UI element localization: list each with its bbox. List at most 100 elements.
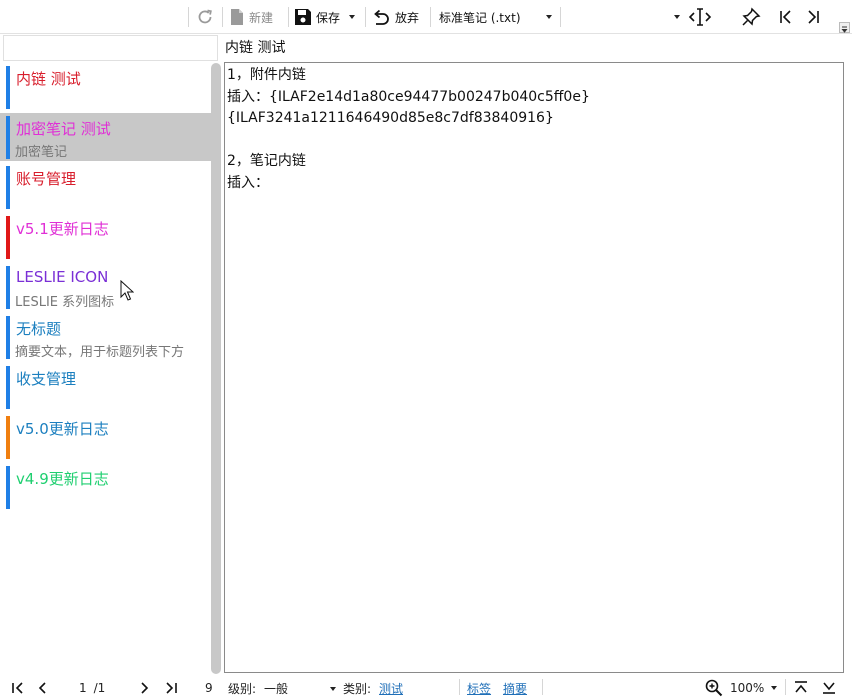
level-select[interactable]: 一般 [264,679,336,697]
note-list-panel: 内链 测试 加密笔记 测试 加密笔记 账号管理 v5.1更新日志 LESLIE ICON L… [0,34,222,676]
status-separator [459,679,460,695]
search-input[interactable] [3,35,218,61]
mouse-pointer-icon [120,280,134,301]
tags-link[interactable]: 标签 [467,679,491,697]
chevron-down-icon[interactable] [349,15,356,19]
refresh-button[interactable] [195,6,215,28]
page-current[interactable]: 1 [79,681,87,695]
note-title-text: v5.1更新日志 [16,220,109,238]
pin-button[interactable] [741,6,761,28]
note-title-text: 无标题 [16,320,62,338]
note-color-bar [6,316,10,359]
note-color-bar [6,466,10,509]
editor-line: 1，附件内链 [227,67,306,83]
new-file-icon [231,9,243,25]
note-list-item[interactable]: v5.0更新日志 [0,413,212,461]
next-page-button[interactable] [138,679,150,697]
level-select-value: 一般 [264,681,289,696]
note-list-item[interactable]: 无标题摘要文本，用于标题列表下方 [0,313,212,361]
scroll-bottom-icon [823,682,835,694]
zoom-in-icon [705,679,723,697]
note-list-item[interactable]: 加密笔记 测试 加密笔记 [0,113,212,161]
note-editor[interactable]: 1，附件内链插入：{ILAF2e14d1a80ce94477b00247b040… [224,62,844,673]
format-select-value: 标准笔记 (.txt) [439,10,521,25]
note-summary-text: LESLIE 系列图标 [15,295,115,310]
chevron-down-icon [674,15,680,19]
note-list-item[interactable]: LESLIE ICON LESLIE 系列图标 [0,263,212,311]
note-summary-text: 摘要文本，用于标题列表下方 [15,345,185,360]
editor-line: 插入：{ILAF2e14d1a80ce94477b00247b040c5ff0e… [227,88,590,105]
note-color-bar [6,66,10,109]
toolbar-overflow-button[interactable] [839,22,850,33]
note-title-text: v5.0更新日志 [16,420,109,438]
category-label: 类别: [343,681,372,696]
skip-start-icon [780,10,791,24]
toolbar-separator [222,7,223,27]
status-separator [785,679,786,695]
undo-icon [374,9,389,25]
more-options-dropdown[interactable] [674,6,680,28]
note-title-text: 收支管理 [16,370,77,388]
note-title-text: LESLIE ICON [16,268,109,286]
text-cursor-button[interactable] [688,6,712,28]
skip-end-icon [166,682,177,694]
note-list-item[interactable]: 内链 测试 [0,63,212,111]
note-color-bar [6,216,10,259]
note-color-bar [6,116,10,159]
note-color-bar [6,166,10,209]
new-note-label: 新建 [249,10,274,25]
zoom-value: 100% [730,681,765,695]
summary-link[interactable]: 摘要 [503,679,527,697]
note-list-item[interactable]: 收支管理 [0,363,212,411]
page-total: /1 [93,681,106,695]
first-note-button[interactable] [778,6,794,28]
note-color-bar [6,366,10,409]
scroll-top-button[interactable] [793,679,809,697]
format-select[interactable]: 标准笔记 (.txt) [439,6,553,28]
note-title-text: 加密笔记 测试 [16,120,111,138]
discard-button[interactable]: 放弃 [371,6,419,28]
chevron-down-icon [546,15,552,19]
first-page-button[interactable] [10,679,26,697]
zoom-select[interactable]: 100% [730,679,778,697]
chevron-down-icon [330,687,336,691]
toolbar-separator [365,7,366,27]
note-title-text: 账号管理 [16,170,77,188]
page-indicator: 1 /1 [79,679,105,697]
toolbar-separator [288,7,289,27]
scroll-bottom-button[interactable] [821,679,837,697]
text-cursor-icon [688,8,712,26]
top-toolbar: 新建 保存 放弃 标准笔记 (.txt) [0,0,852,34]
save-button[interactable]: 保存 [294,6,356,28]
note-list-scrollbar[interactable] [211,63,221,674]
zoom-button[interactable] [705,679,723,697]
note-list-item[interactable]: 账号管理 [0,163,212,211]
skip-start-icon [12,682,23,694]
chevron-down-icon [771,686,778,690]
chevron-right-icon [141,682,149,694]
note-list-item[interactable]: v4.9更新日志 [0,463,212,511]
chevron-left-icon [38,682,46,694]
note-title[interactable]: 内链 测试 [225,36,285,60]
pin-icon [742,7,761,26]
note-color-bar [6,266,10,309]
note-list-item[interactable]: v5.1更新日志 [0,213,212,261]
last-note-button[interactable] [805,6,821,28]
new-note-button[interactable]: 新建 [229,6,273,28]
note-color-bar [6,416,10,459]
editor-line: {ILAF3241a1211646490d85e8c7df83840916} [227,110,554,126]
skip-end-icon [808,10,819,24]
last-page-button[interactable] [163,679,179,697]
category-link[interactable]: 测试 [379,679,403,697]
chevron-down-icon [841,26,848,33]
scroll-top-icon [795,681,807,693]
toolbar-separator [430,7,431,27]
note-count: 9 [205,681,213,695]
prev-page-button[interactable] [37,679,49,697]
note-summary-text: 加密笔记 [15,145,68,160]
toolbar-separator [188,7,189,27]
note-title-text: v4.9更新日志 [16,470,109,488]
note-title-text: 内链 测试 [16,70,81,88]
level-label: 级别: [228,681,257,696]
